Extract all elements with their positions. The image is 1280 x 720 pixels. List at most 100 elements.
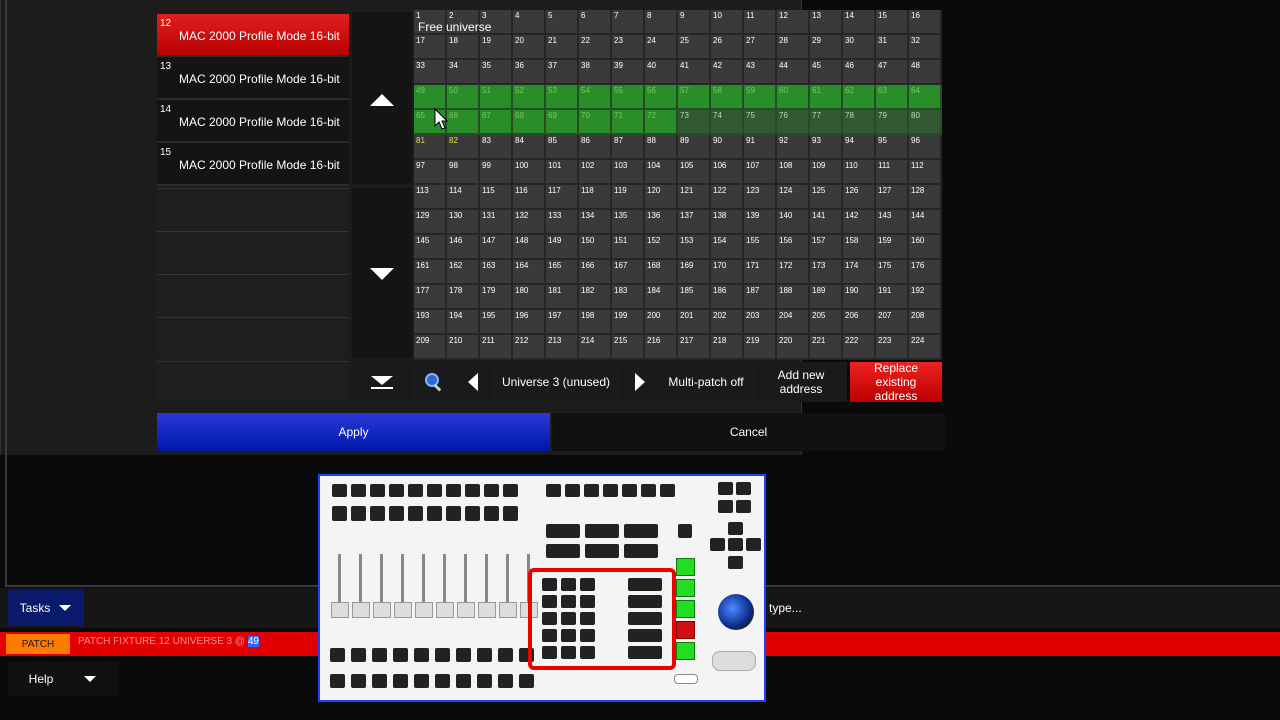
dmx-address-cell[interactable]: 31 [876,35,909,60]
universe-selector[interactable]: Universe 3 (unused) [496,362,616,402]
apply-button[interactable]: Apply [157,413,550,451]
dmx-address-cell[interactable]: 73 [678,110,711,135]
dmx-address-cell[interactable]: 194 [447,310,480,335]
dmx-address-cell[interactable]: 99 [480,160,513,185]
dmx-address-cell[interactable]: 23 [612,35,645,60]
dmx-address-cell[interactable]: 154 [711,235,744,260]
dmx-address-cell[interactable]: 15 [876,10,909,35]
dmx-address-cell[interactable]: 224 [909,335,942,360]
dmx-address-cell[interactable]: 4 [513,10,546,35]
dmx-address-cell[interactable]: 208 [909,310,942,335]
dmx-address-cell[interactable]: 161 [414,260,447,285]
dmx-address-cell[interactable]: 172 [777,260,810,285]
dmx-address-cell[interactable]: 132 [513,210,546,235]
dmx-address-cell[interactable]: 80 [909,110,942,135]
dmx-address-cell[interactable]: 58 [711,85,744,110]
dmx-address-cell[interactable]: 82 [447,135,480,160]
dmx-address-cell[interactable]: 122 [711,185,744,210]
dmx-address-cell[interactable]: 148 [513,235,546,260]
dmx-address-cell[interactable]: 139 [744,210,777,235]
dmx-address-cell[interactable]: 124 [777,185,810,210]
dmx-address-cell[interactable]: 177 [414,285,447,310]
dmx-address-cell[interactable]: 216 [645,335,678,360]
dmx-address-cell[interactable]: 199 [612,310,645,335]
dmx-address-cell[interactable]: 166 [579,260,612,285]
dmx-address-cell[interactable]: 118 [579,185,612,210]
dmx-address-cell[interactable]: 191 [876,285,909,310]
dmx-address-cell[interactable]: 196 [513,310,546,335]
dmx-address-cell[interactable]: 8 [645,10,678,35]
dmx-address-cell[interactable]: 205 [810,310,843,335]
dmx-address-cell[interactable]: 201 [678,310,711,335]
dmx-address-cell[interactable]: 34 [447,60,480,85]
dmx-address-cell[interactable]: 109 [810,160,843,185]
dmx-address-cell[interactable]: 206 [843,310,876,335]
dmx-address-cell[interactable]: 53 [546,85,579,110]
dmx-address-cell[interactable]: 219 [744,335,777,360]
dmx-address-cell[interactable]: 61 [810,85,843,110]
dmx-address-cell[interactable]: 215 [612,335,645,360]
dmx-address-cell[interactable]: 75 [744,110,777,135]
dmx-address-cell[interactable]: 204 [777,310,810,335]
dmx-address-cell[interactable]: 165 [546,260,579,285]
scroll-up-button[interactable] [352,12,412,184]
dmx-address-cell[interactable]: 160 [909,235,942,260]
dmx-address-cell[interactable]: 88 [645,135,678,160]
dmx-address-cell[interactable]: 18 [447,35,480,60]
dmx-address-cell[interactable]: 181 [546,285,579,310]
dmx-address-cell[interactable]: 100 [513,160,546,185]
dmx-address-cell[interactable]: 26 [711,35,744,60]
dmx-address-cell[interactable]: 202 [711,310,744,335]
dmx-address-cell[interactable]: 24 [645,35,678,60]
fixture-row[interactable]: 13 MAC 2000 Profile Mode 16-bit [157,57,349,100]
dmx-address-cell[interactable]: 46 [843,60,876,85]
dmx-address-cell[interactable]: 168 [645,260,678,285]
dmx-address-cell[interactable]: 64 [909,85,942,110]
dmx-address-cell[interactable]: 115 [480,185,513,210]
dmx-address-cell[interactable]: 91 [744,135,777,160]
dmx-address-cell[interactable]: 55 [612,85,645,110]
dmx-address-cell[interactable]: 10 [711,10,744,35]
dmx-address-cell[interactable]: 169 [678,260,711,285]
dmx-address-cell[interactable]: 66 [447,110,480,135]
dmx-address-cell[interactable]: 9 [678,10,711,35]
previous-universe-button[interactable] [455,362,493,402]
dmx-address-cell[interactable]: 85 [546,135,579,160]
dmx-address-cell[interactable]: 92 [777,135,810,160]
dmx-address-cell[interactable]: 83 [480,135,513,160]
dmx-address-cell[interactable]: 223 [876,335,909,360]
dmx-address-cell[interactable]: 137 [678,210,711,235]
dmx-address-cell[interactable]: 203 [744,310,777,335]
dmx-address-cell[interactable]: 113 [414,185,447,210]
dmx-address-cell[interactable]: 185 [678,285,711,310]
dmx-address-cell[interactable]: 134 [579,210,612,235]
dmx-address-cell[interactable]: 37 [546,60,579,85]
dmx-address-cell[interactable]: 79 [876,110,909,135]
dmx-address-cell[interactable]: 174 [843,260,876,285]
dmx-address-cell[interactable]: 144 [909,210,942,235]
dmx-address-cell[interactable]: 112 [909,160,942,185]
fixture-row[interactable]: 12 MAC 2000 Profile Mode 16-bit [157,14,349,57]
fixture-row[interactable]: 15 MAC 2000 Profile Mode 16-bit [157,143,349,186]
dmx-address-cell[interactable]: 211 [480,335,513,360]
dmx-address-cell[interactable]: 214 [579,335,612,360]
dmx-address-cell[interactable]: 198 [579,310,612,335]
dmx-address-cell[interactable]: 151 [612,235,645,260]
dmx-address-cell[interactable]: 5 [546,10,579,35]
dmx-address-cell[interactable]: 217 [678,335,711,360]
dmx-address-cell[interactable]: 128 [909,185,942,210]
dmx-address-cell[interactable]: 97 [414,160,447,185]
dmx-address-cell[interactable]: 178 [447,285,480,310]
dmx-address-cell[interactable]: 131 [480,210,513,235]
dmx-address-cell[interactable]: 159 [876,235,909,260]
dmx-address-cell[interactable]: 93 [810,135,843,160]
dmx-address-cell[interactable]: 81 [414,135,447,160]
replace-address-button[interactable]: Replace existing address [850,361,942,403]
dmx-address-cell[interactable]: 49 [414,85,447,110]
dmx-address-cell[interactable]: 146 [447,235,480,260]
dmx-address-cell[interactable]: 28 [777,35,810,60]
dmx-address-cell[interactable]: 127 [876,185,909,210]
dmx-address-cell[interactable]: 67 [480,110,513,135]
dmx-address-cell[interactable]: 78 [843,110,876,135]
dmx-address-cell[interactable]: 29 [810,35,843,60]
